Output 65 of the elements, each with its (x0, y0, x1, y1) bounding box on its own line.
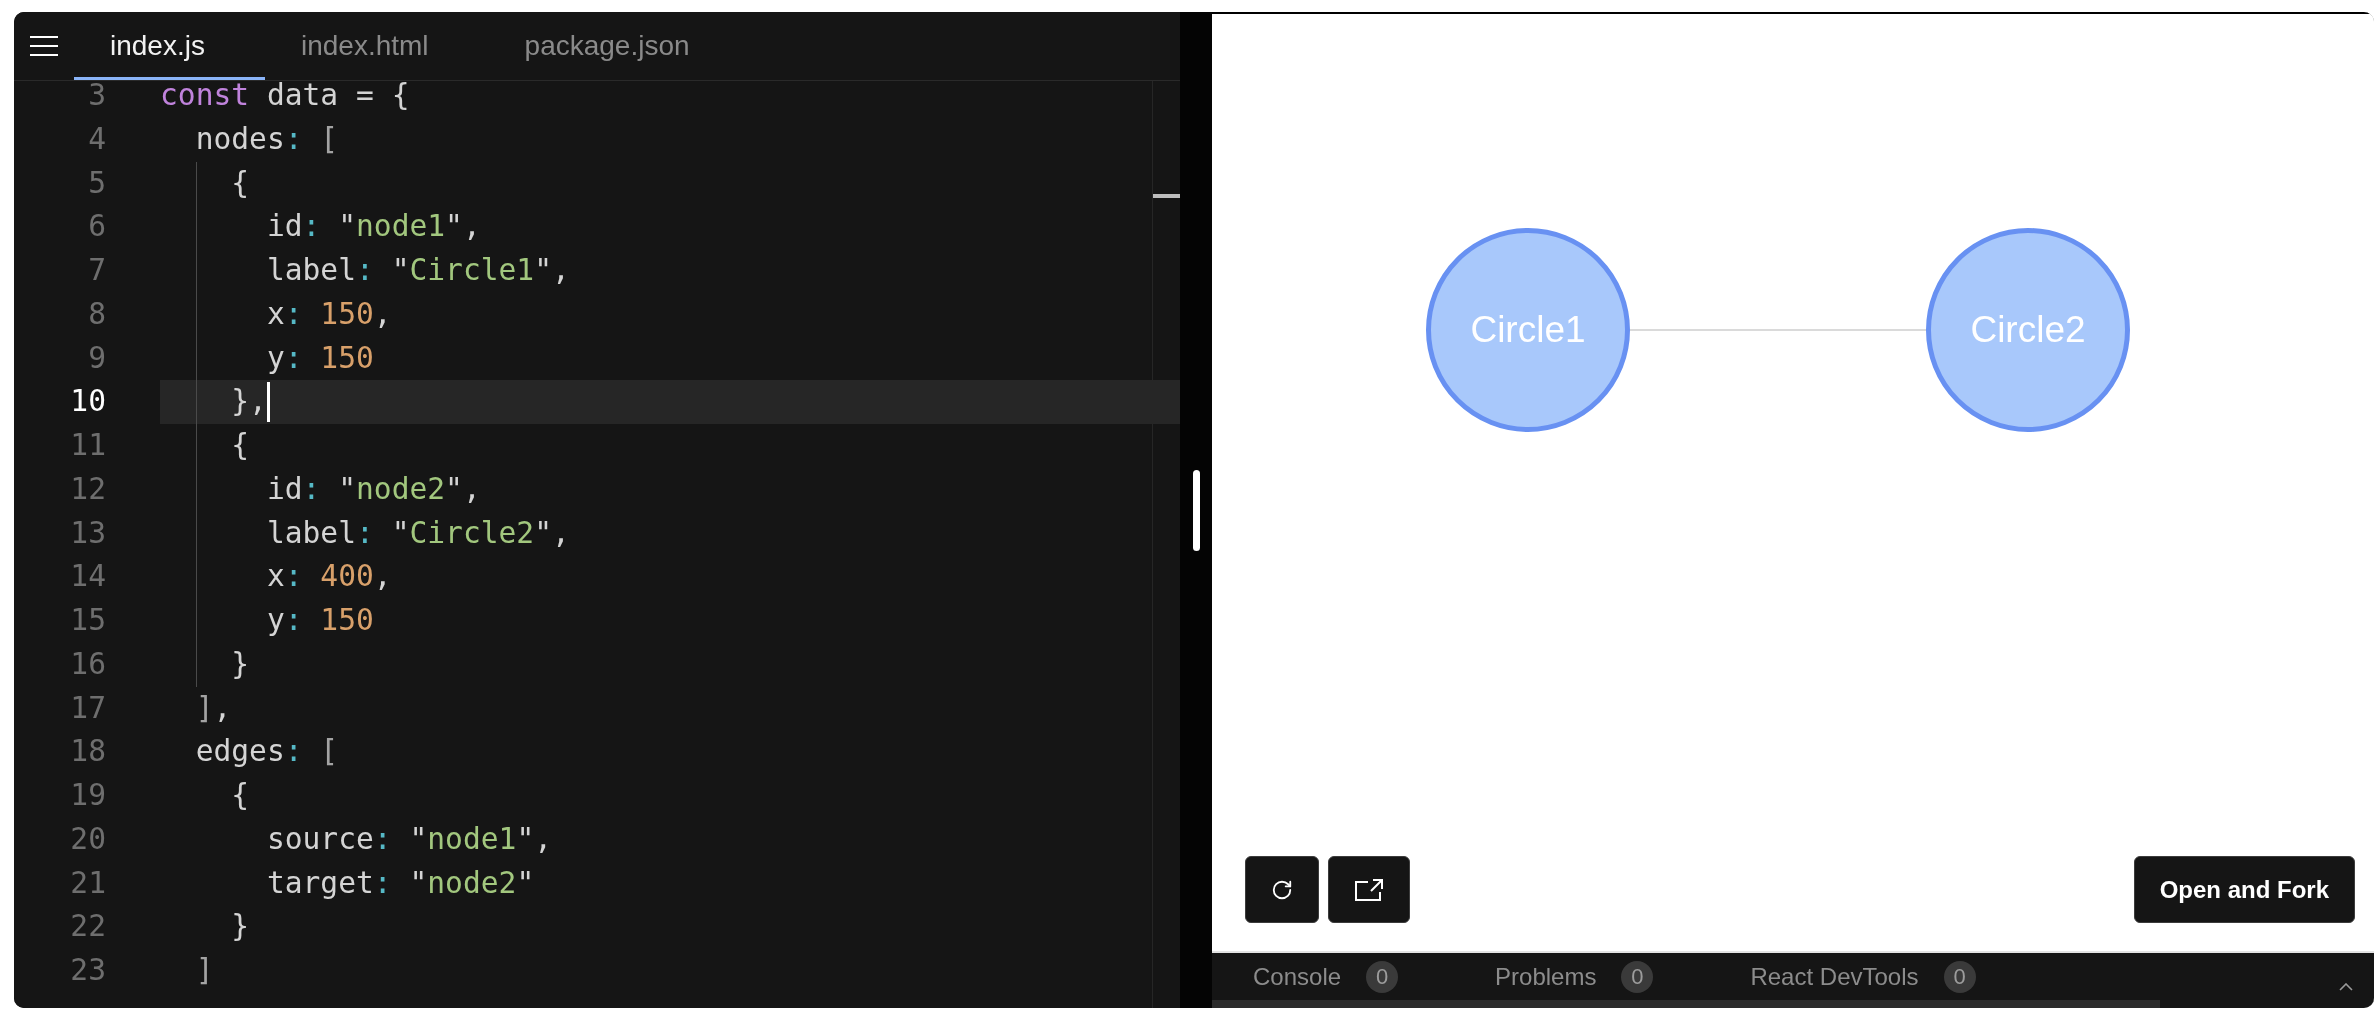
code-line: const data = { (160, 81, 410, 114)
code-line: { (230, 427, 250, 464)
code-line: label: "Circle1", (265, 252, 570, 289)
code-line: ], (194, 689, 232, 727)
line-number: 5 (88, 165, 106, 200)
code-line: { (230, 164, 250, 202)
open-and-fork-button[interactable]: Open and Fork (2133, 856, 2355, 923)
graph-node: Circle2 (1926, 228, 2130, 432)
graph-node: Circle1 (1426, 228, 1630, 432)
count-badge: 0 (1621, 960, 1654, 993)
code-line: y: 150 (265, 602, 374, 639)
line-number: 19 (70, 778, 106, 812)
code-line: target: "node2" (265, 864, 535, 902)
file-tab[interactable]: package.json (488, 12, 750, 80)
code-line: x: 150, (265, 295, 392, 333)
code-line: } (230, 645, 250, 683)
devtools-tab[interactable]: Problems 0 (1495, 960, 1654, 993)
line-number: 11 (70, 428, 106, 462)
resize-handle[interactable] (1192, 469, 1200, 551)
menu-icon (30, 36, 58, 56)
refresh-icon (1271, 878, 1293, 901)
line-number: 10 (70, 384, 106, 419)
line-number: 16 (70, 646, 106, 681)
file-tab[interactable]: index.html (264, 12, 489, 80)
line-number: 18 (70, 734, 106, 769)
line-number: 23 (70, 953, 106, 987)
line-number: 4 (88, 121, 106, 156)
code-line: } (230, 908, 250, 946)
scrollbar-thumb[interactable] (1212, 1000, 2160, 1008)
line-number: 8 (88, 296, 106, 331)
line-number: 20 (70, 821, 106, 856)
code-line: edges: [ (194, 733, 339, 771)
line-number: 15 (70, 603, 106, 637)
line-number: 13 (70, 515, 106, 550)
line-number: 7 (88, 253, 106, 287)
devtools-tab[interactable]: Console 0 (1253, 960, 1399, 993)
devtools-tab[interactable]: React DevTools 0 (1750, 960, 1976, 993)
code-line: x: 400, (265, 558, 392, 596)
chevron-up-icon (2339, 983, 2353, 991)
line-number: 21 (70, 865, 106, 900)
text-cursor (266, 382, 270, 423)
open-external-button[interactable] (1328, 856, 1410, 923)
overview-marker (1153, 194, 1180, 198)
code-line: y: 150 (265, 339, 374, 377)
line-number: 12 (70, 471, 106, 506)
line-number: 14 (70, 559, 106, 594)
line-number: 6 (88, 209, 106, 244)
line-number: 22 (70, 909, 106, 944)
line-number: 9 (88, 340, 106, 375)
code-line: ] (194, 952, 214, 989)
code-line: id: "node1", (265, 208, 481, 246)
code-line: label: "Circle2", (265, 514, 570, 552)
count-badge: 0 (1943, 960, 1976, 993)
expand-panel-button[interactable] (2339, 983, 2353, 991)
line-number: 17 (70, 690, 106, 725)
line-number: 3 (88, 81, 106, 112)
code-line: nodes: [ (194, 120, 339, 158)
file-tab[interactable]: index.js (74, 12, 265, 80)
code-line: }, (230, 383, 267, 421)
code-line: id: "node2", (265, 470, 481, 508)
external-link-icon (1354, 877, 1384, 902)
code-line: { (230, 777, 250, 814)
count-badge: 0 (1366, 960, 1399, 993)
reload-button[interactable] (1245, 856, 1319, 923)
code-line: source: "node1", (265, 820, 552, 858)
